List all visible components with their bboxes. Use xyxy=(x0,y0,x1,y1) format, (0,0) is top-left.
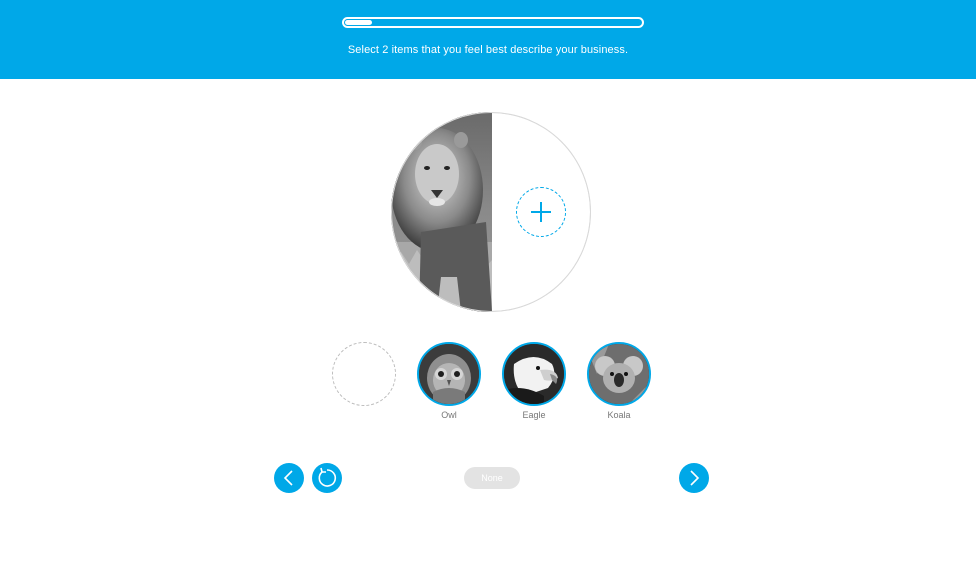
koala-image[interactable] xyxy=(587,342,651,406)
progress-fill xyxy=(345,20,372,25)
reset-button[interactable] xyxy=(312,463,342,493)
chevron-right-icon xyxy=(690,470,700,486)
plus-icon xyxy=(531,202,551,222)
back-button[interactable] xyxy=(274,463,304,493)
option-koala[interactable]: Koala xyxy=(587,342,651,420)
add-selection-button[interactable] xyxy=(516,187,566,237)
header-bar: Select 2 items that you feel best descri… xyxy=(0,0,976,79)
selection-page: Select 2 items that you feel best descri… xyxy=(0,0,976,574)
reset-icon xyxy=(318,467,337,487)
option-eagle[interactable]: Eagle xyxy=(502,342,566,420)
option-label: Owl xyxy=(441,410,457,420)
eagle-image[interactable] xyxy=(502,342,566,406)
instruction-text: Select 2 items that you feel best descri… xyxy=(347,44,629,56)
owl-image[interactable] xyxy=(417,342,481,406)
option-label: Eagle xyxy=(522,410,546,420)
progress-bar xyxy=(342,17,644,28)
next-button[interactable] xyxy=(679,463,709,493)
none-button[interactable]: None xyxy=(464,467,520,489)
option-owl[interactable]: Owl xyxy=(417,342,481,420)
chevron-left-icon xyxy=(283,470,293,486)
empty-option-slot xyxy=(332,342,396,406)
option-label: Koala xyxy=(607,410,631,420)
